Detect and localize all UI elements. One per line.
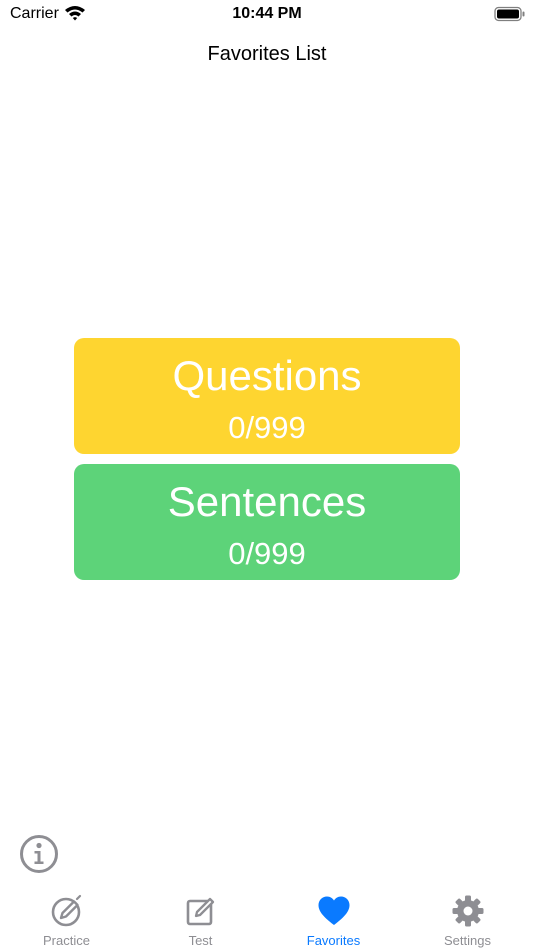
sentences-count: 0/999 [228,536,306,571]
tab-favorites-label: Favorites [306,933,361,948]
pencil-circle-icon [51,894,81,927]
questions-title: Questions [172,352,362,399]
heart-icon [318,896,349,925]
questions-card[interactable]: Questions 0/999 [74,338,460,454]
square-pencil-icon [186,897,214,926]
tab-practice-label: Practice [43,933,90,948]
tab-practice[interactable]: Practice [0,886,133,950]
sentences-title: Sentences [167,478,367,525]
tab-settings[interactable]: Settings [401,886,534,950]
page-title: Favorites List [207,43,327,65]
tab-test-label: Test [188,933,213,948]
tab-bar: Practice Test Favorites Settings [0,886,534,950]
status-bar: Carrier 10:44 PM [0,0,534,30]
tab-settings-label: Settings [444,933,491,948]
gear-icon [452,895,483,927]
info-icon[interactable] [19,834,59,874]
status-time: 10:44 PM [232,5,302,22]
tab-test[interactable]: Test [134,886,267,950]
sentences-card[interactable]: Sentences 0/999 [74,464,460,580]
questions-count: 0/999 [228,410,306,445]
battery-icon [494,6,525,22]
tab-favorites[interactable]: Favorites [267,886,400,950]
